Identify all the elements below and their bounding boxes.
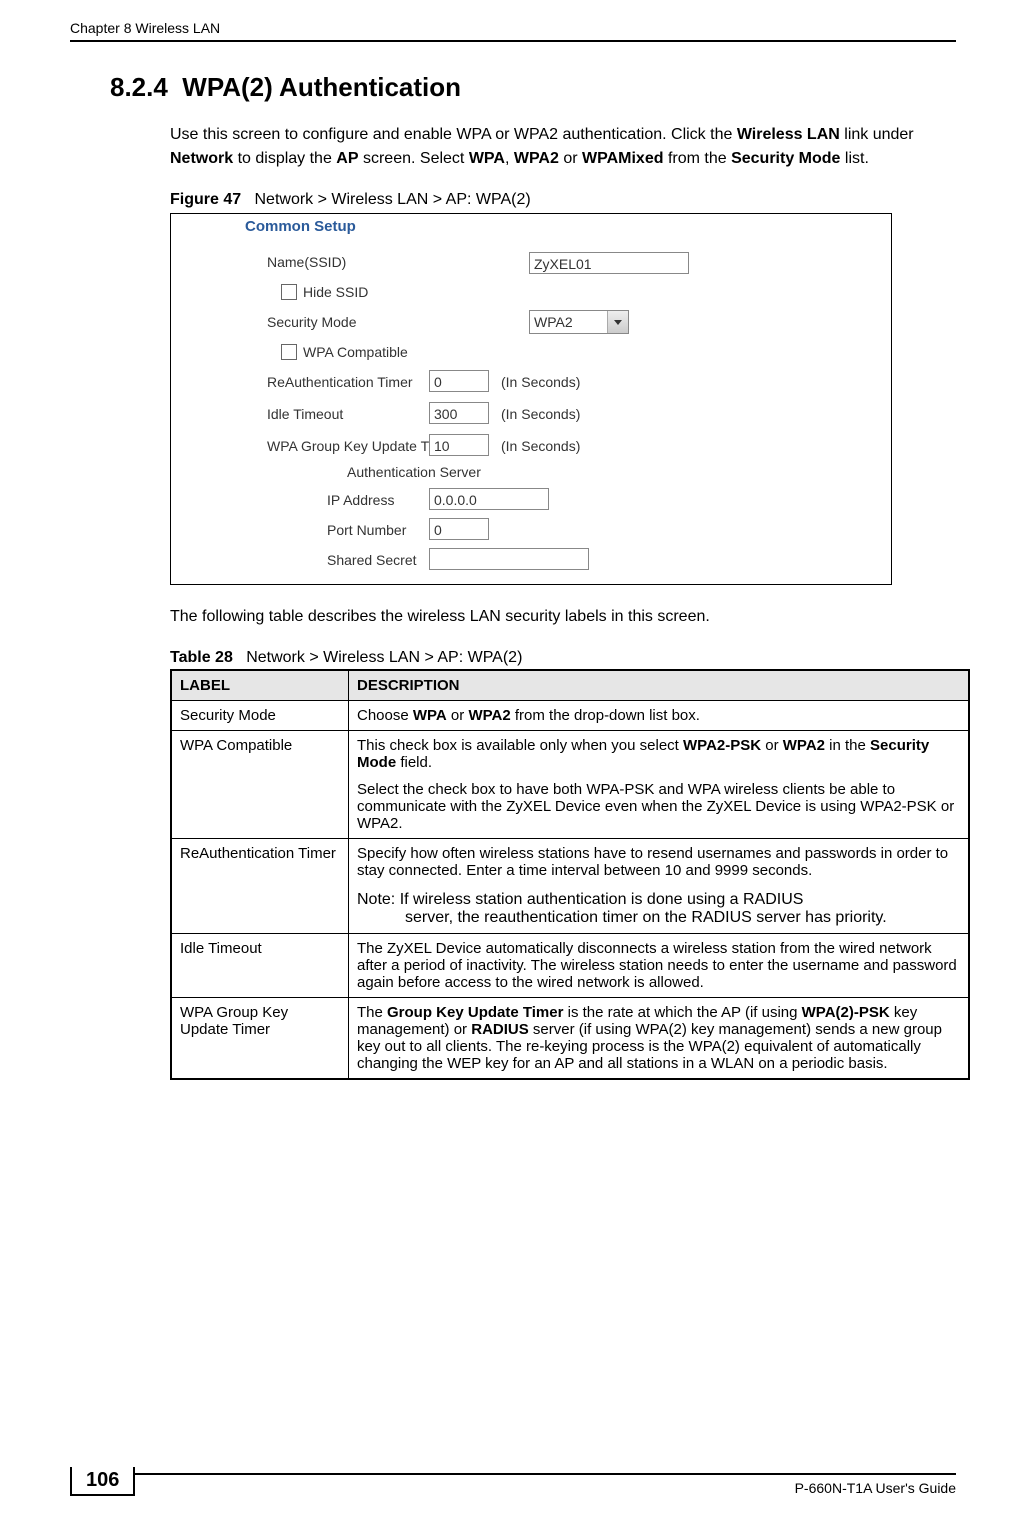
cell-label: Idle Timeout (171, 934, 349, 998)
footer-guide: P-660N-T1A User's Guide (795, 1480, 956, 1496)
table-caption: Table 28 Network > Wireless LAN > AP: WP… (170, 649, 956, 667)
page-number: 106 (70, 1467, 135, 1496)
label-idle-timeout: Idle Timeout (267, 406, 343, 422)
note-block: Note: If wireless station authentication… (357, 891, 960, 927)
cell-desc: The ZyXEL Device automatically disconnec… (349, 934, 970, 998)
cell-label: WPA Group Key Update Timer (171, 998, 349, 1080)
table-row: Security Mode Choose WPA or WPA2 from th… (171, 701, 969, 731)
unit-idle: (In Seconds) (501, 406, 580, 422)
label-reauth-timer: ReAuthentication Timer (267, 374, 413, 390)
cell-label: Security Mode (171, 701, 349, 731)
chevron-down-icon (614, 320, 622, 325)
table-caption-label: Table 28 (170, 649, 233, 666)
checkbox-wpa-compatible[interactable] (281, 344, 297, 360)
figure-caption-label: Figure 47 (170, 191, 241, 208)
input-reauth-timer[interactable]: 0 (429, 370, 489, 392)
unit-reauth: (In Seconds) (501, 374, 580, 390)
page: Chapter 8 Wireless LAN 8.2.4 WPA(2) Auth… (0, 0, 1026, 1100)
section-heading: 8.2.4 WPA(2) Authentication (110, 72, 956, 103)
cell-label: WPA Compatible (171, 731, 349, 839)
label-security-mode: Security Mode (267, 314, 356, 330)
input-shared-secret[interactable] (429, 548, 589, 570)
col-header-label: LABEL (171, 670, 349, 701)
label-shared-secret: Shared Secret (327, 552, 417, 568)
running-header: Chapter 8 Wireless LAN (70, 20, 956, 42)
select-security-mode[interactable]: WPA2 (529, 310, 629, 334)
screenshot-figure: Common Setup Name(SSID) ZyXEL01 Hide SSI… (170, 213, 892, 585)
cell-desc: Specify how often wireless stations have… (349, 839, 970, 934)
input-wpa-group-key[interactable]: 10 (429, 434, 489, 456)
table-caption-text: Network > Wireless LAN > AP: WPA(2) (246, 649, 522, 666)
label-hide-ssid: Hide SSID (303, 284, 368, 300)
cell-desc: This check box is available only when yo… (349, 731, 970, 839)
figure-caption-text: Network > Wireless LAN > AP: WPA(2) (254, 191, 530, 208)
cell-desc: The Group Key Update Timer is the rate a… (349, 998, 970, 1080)
input-ip-address[interactable]: 0.0.0.0 (429, 488, 549, 510)
input-port-number[interactable]: 0 (429, 518, 489, 540)
intro-paragraph: Use this screen to configure and enable … (170, 123, 956, 171)
label-wpa-compatible: WPA Compatible (303, 344, 408, 360)
label-ip-address: IP Address (327, 492, 394, 508)
col-header-description: DESCRIPTION (349, 670, 970, 701)
table-header-row: LABEL DESCRIPTION (171, 670, 969, 701)
description-table: LABEL DESCRIPTION Security Mode Choose W… (170, 669, 970, 1080)
label-auth-server: Authentication Server (347, 464, 481, 480)
table-row: ReAuthentication Timer Specify how often… (171, 839, 969, 934)
checkbox-hide-ssid[interactable] (281, 284, 297, 300)
input-ssid[interactable]: ZyXEL01 (529, 252, 689, 274)
transition-text: The following table describes the wirele… (170, 605, 956, 629)
cell-label: ReAuthentication Timer (171, 839, 349, 934)
unit-group-key: (In Seconds) (501, 438, 580, 454)
table-row: WPA Compatible This check box is availab… (171, 731, 969, 839)
chapter-title: Chapter 8 Wireless LAN (70, 20, 220, 36)
label-name-ssid: Name(SSID) (267, 254, 346, 270)
section-title: WPA(2) Authentication (182, 72, 461, 102)
table-row: Idle Timeout The ZyXEL Device automatica… (171, 934, 969, 998)
label-wpa-group-key: WPA Group Key Update Timer (267, 438, 456, 454)
cell-desc: Choose WPA or WPA2 from the drop-down li… (349, 701, 970, 731)
section-number: 8.2.4 (110, 72, 168, 102)
figure-caption: Figure 47 Network > Wireless LAN > AP: W… (170, 191, 956, 209)
table-row: WPA Group Key Update Timer The Group Key… (171, 998, 969, 1080)
running-footer: 106 P-660N-T1A User's Guide (70, 1473, 956, 1496)
label-port-number: Port Number (327, 522, 406, 538)
panel-title: Common Setup (245, 218, 356, 235)
input-idle-timeout[interactable]: 300 (429, 402, 489, 424)
